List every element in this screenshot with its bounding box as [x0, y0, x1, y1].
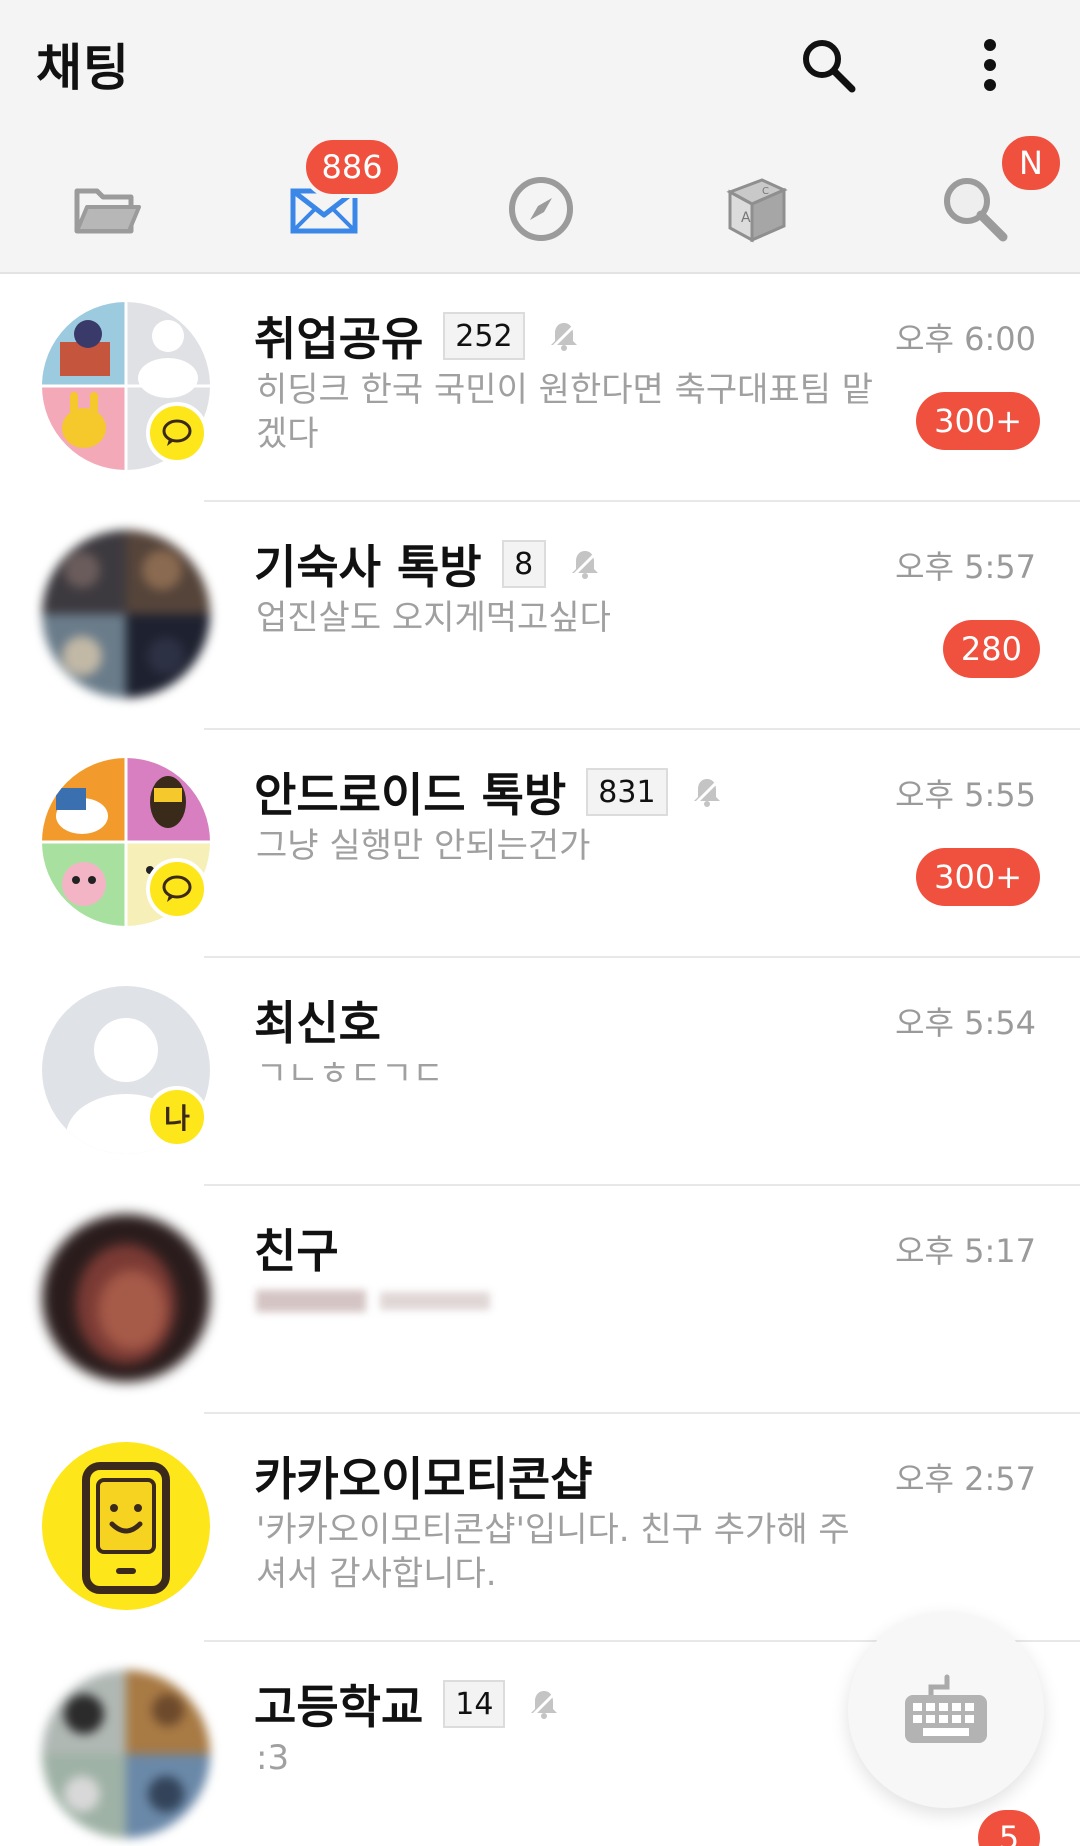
chat-title-line: 카카오이모티콘샵	[254, 1444, 593, 1508]
member-count: 14	[443, 1680, 506, 1728]
chat-preview: :3	[256, 1738, 290, 1778]
chat-row[interactable]: 기숙사 톡방 8 오후 5:57 업진살도 오지게먹고싶다 280	[0, 502, 1080, 730]
chat-row[interactable]: 친구 오후 5:17	[0, 1186, 1080, 1414]
member-count: 831	[586, 768, 668, 816]
chat-time: 오후 5:55	[895, 776, 1036, 814]
chat-preview: '카카오이모티콘샵'입니다. 친구 추가해 주셔서 감사합니다.	[256, 1510, 850, 1594]
group-avatar	[42, 1670, 210, 1838]
tab-friends[interactable]	[62, 164, 152, 254]
chat-bubble-icon	[146, 858, 208, 920]
tab-items[interactable]: A C	[712, 164, 802, 254]
unread-badge: 300+	[916, 392, 1040, 450]
chat-time: 오후 6:00	[895, 320, 1036, 358]
group-avatar	[42, 530, 210, 698]
chat-name: 안드로이드 톡방	[254, 768, 567, 822]
unread-badge: 280	[942, 620, 1040, 678]
search-icon[interactable]	[793, 30, 863, 100]
tab-discover[interactable]	[496, 164, 586, 254]
compass-icon	[509, 177, 573, 241]
chat-preview: ㄱㄴㅎㄷㄱㄷ	[256, 1054, 444, 1094]
mute-bell-icon	[549, 321, 578, 351]
mute-bell-icon	[692, 777, 721, 807]
chat-row[interactable]: 카카오이모티콘샵 오후 2:57 '카카오이모티콘샵'입니다. 친구 추가해 주…	[0, 1414, 1080, 1642]
folder-icon	[74, 188, 141, 234]
chat-preview-blurred	[256, 1280, 896, 1331]
chat-name: 최신호	[254, 996, 381, 1050]
shop-avatar	[42, 1442, 210, 1610]
chat-title-line: 친구	[254, 1216, 339, 1280]
chat-preview: 업진살도 오지게먹고싶다	[256, 598, 611, 638]
chat-bubble-icon	[146, 402, 208, 464]
svg-text:C: C	[762, 186, 769, 197]
magnifier-icon	[944, 178, 1008, 242]
chat-time: 오후 5:54	[895, 1004, 1036, 1042]
chat-title-line: 최신호	[254, 988, 381, 1052]
svg-text:A: A	[741, 210, 751, 226]
chat-row[interactable]: 나 최신호 오후 5:54 ㄱㄴㅎㄷㄱㄷ	[0, 958, 1080, 1186]
chat-preview: 그냥 실행만 안되는건가	[256, 826, 591, 866]
unread-badge: 300+	[916, 848, 1040, 906]
member-count: 252	[443, 312, 525, 360]
chat-name: 취업공유	[254, 312, 424, 366]
chat-title-line: 취업공유 252	[254, 304, 581, 368]
chat-name: 기숙사 톡방	[254, 540, 482, 594]
me-badge: 나	[146, 1086, 208, 1148]
page-title: 채팅	[36, 39, 130, 97]
mute-bell-icon	[570, 549, 599, 579]
member-count: 8	[501, 540, 546, 588]
chat-time: 오후 2:57	[895, 1460, 1036, 1498]
keyboard-fab-button[interactable]	[848, 1612, 1044, 1808]
chat-row[interactable]: 취업공유 252 오후 6:00 히딩크 한국 국민이 원한다면 축구대표팀 맡…	[0, 274, 1080, 502]
chat-list-screen: 채팅 886 A C N 취업공유 252 오후 6:00 히딩크 한국 국민이…	[0, 0, 1080, 1846]
more-vertical-icon[interactable]	[955, 30, 1025, 100]
tab-bar: 886 A C N	[0, 132, 1080, 270]
chat-time: 오후 5:17	[895, 1232, 1036, 1270]
chat-title-line: 고등학교 14	[254, 1672, 561, 1736]
keyboard-icon	[905, 1674, 987, 1743]
chat-name: 고등학교	[254, 1680, 424, 1734]
chat-list: 취업공유 252 오후 6:00 히딩크 한국 국민이 원한다면 축구대표팀 맡…	[0, 274, 1080, 1846]
profile-avatar	[42, 1214, 210, 1382]
chat-row[interactable]: 안드로이드 톡방 831 오후 5:55 그냥 실행만 안되는건가 300+	[0, 730, 1080, 958]
chat-preview: 히딩크 한국 국민이 원한다면 축구대표팀 맡겠다	[256, 370, 874, 454]
chats-unread-badge: 886	[302, 136, 402, 198]
cube-icon: A C	[726, 178, 788, 243]
chat-name: 친구	[254, 1224, 339, 1278]
app-header: 채팅 886 A C N	[0, 0, 1080, 274]
chat-title-line: 기숙사 톡방 8	[254, 532, 602, 596]
search-new-badge: N	[998, 132, 1064, 194]
chat-name: 카카오이모티콘샵	[254, 1452, 593, 1506]
chat-title-line: 안드로이드 톡방 831	[254, 760, 724, 824]
mute-bell-icon	[530, 1689, 559, 1719]
unread-badge: 5	[978, 1810, 1040, 1846]
chat-time: 오후 5:57	[895, 548, 1036, 586]
